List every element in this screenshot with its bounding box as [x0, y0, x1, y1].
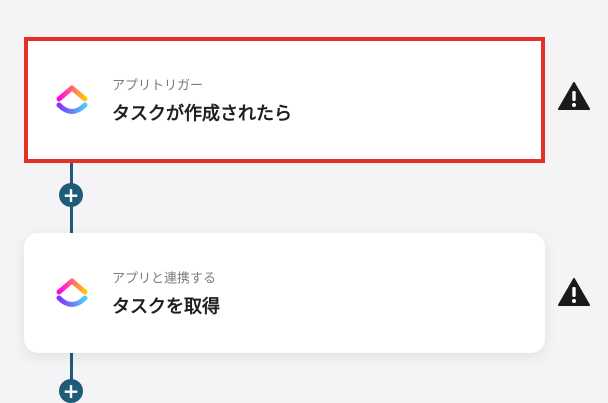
step-title: タスクが作成されたら: [112, 103, 292, 125]
clickup-icon: [56, 85, 88, 114]
clickup-icon: [56, 278, 88, 307]
add-step-button[interactable]: +: [59, 379, 83, 403]
step-subtitle: アプリと連携する: [112, 271, 217, 287]
add-step-button[interactable]: +: [59, 183, 83, 207]
flow-step-card-trigger[interactable]: アプリトリガー タスクが作成されたら: [24, 37, 545, 163]
step-title: タスクを取得: [112, 296, 220, 318]
warning-icon[interactable]: [557, 81, 591, 111]
warning-icon[interactable]: [557, 277, 591, 307]
step-subtitle: アプリトリガー: [112, 78, 204, 94]
flow-step-card-action[interactable]: アプリと連携する タスクを取得: [24, 233, 545, 353]
